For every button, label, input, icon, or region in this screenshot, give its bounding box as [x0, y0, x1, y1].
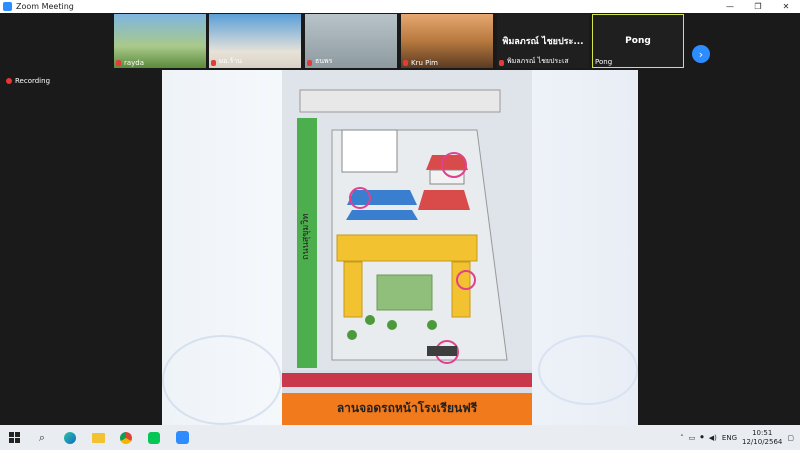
chevron-up-icon[interactable]: ˄	[680, 434, 684, 442]
minimize-icon[interactable]: —	[716, 0, 744, 13]
maximize-icon[interactable]: ❐	[744, 0, 772, 13]
zoom-logo-icon	[3, 2, 12, 11]
windows-taskbar: ⌕ ˄ ▭ ⏺ ◀) ENG 10:51 12/10/2564 ▢	[0, 425, 800, 450]
school-map-drawing: ถนนสุขุมวิท	[282, 70, 532, 370]
network-icon[interactable]: ▭	[689, 434, 696, 442]
participant-gallery: rayda ผอ.ร้าน ธนพร Kru Pim พิมลภรณ์ ไชยป…	[0, 13, 800, 69]
school-map-image: ถนนสุขุมวิท	[282, 70, 532, 425]
participant-name: Pong	[595, 58, 613, 66]
participant-display-name: พิมลภรณ์ ไชยประ...	[502, 37, 584, 47]
participant-tile[interactable]: ผอ.ร้าน	[209, 14, 301, 68]
mic-muted-icon	[499, 60, 504, 66]
decorative-swirl	[538, 335, 638, 405]
search-icon[interactable]: ⌕	[28, 425, 56, 450]
participant-tile[interactable]: ธนพร	[305, 14, 397, 68]
volume-icon[interactable]: ◀)	[709, 434, 717, 442]
title-bar: Zoom Meeting — ❐ ✕	[0, 0, 800, 13]
zoom-app-icon[interactable]	[168, 425, 196, 450]
road-label: ถนนสุขุมวิท	[300, 214, 311, 260]
participant-name: Kru Pim	[411, 59, 438, 67]
fence-banner	[282, 373, 532, 387]
language-indicator[interactable]: ENG	[722, 434, 737, 442]
participant-name: ผอ.ร้าน	[219, 57, 243, 65]
file-explorer-icon[interactable]	[84, 425, 112, 450]
system-tray: ˄ ▭ ⏺ ◀) ENG 10:51 12/10/2564 ▢	[680, 429, 800, 447]
participant-tile[interactable]: Kru Pim	[401, 14, 493, 68]
window-title: Zoom Meeting	[16, 2, 74, 11]
recording-indicator[interactable]: Recording	[6, 77, 50, 85]
mic-muted-icon	[211, 60, 216, 66]
clock[interactable]: 10:51 12/10/2564	[742, 429, 782, 447]
decorative-swirl	[162, 335, 282, 425]
participant-tile[interactable]: rayda	[114, 14, 206, 68]
parking-label: ลานจอดรถหน้าโรงเรียนฟรี	[336, 401, 478, 415]
shared-screen: ถนนสุขุมวิท ลานจอดรถหน้าโรงเรียนฟรี	[162, 70, 638, 425]
parking-banner: ลานจอดรถหน้าโรงเรียนฟรี	[282, 393, 532, 425]
clock-date: 12/10/2564	[742, 437, 783, 446]
recording-label: Recording	[15, 77, 51, 85]
mic-muted-icon	[116, 60, 121, 66]
recording-dot-icon	[6, 78, 12, 84]
participant-name: ธนพร	[315, 57, 333, 65]
participant-name: พิมลภรณ์ ไชยประเส	[507, 57, 569, 65]
windows-start-icon[interactable]	[0, 425, 28, 450]
participant-display-name: Pong	[625, 36, 651, 46]
chrome-icon[interactable]	[112, 425, 140, 450]
close-icon[interactable]: ✕	[772, 0, 800, 13]
participant-name: rayda	[124, 59, 145, 67]
chevron-right-icon: ›	[698, 47, 704, 61]
notification-icon[interactable]: ▢	[787, 434, 794, 442]
next-page-button[interactable]: ›	[692, 45, 710, 63]
participant-tile[interactable]: พิมลภรณ์ ไชยประ... พิมลภรณ์ ไชยประเส	[497, 14, 589, 68]
microphone-icon[interactable]: ⏺	[700, 433, 704, 442]
clock-time: 10:51	[752, 428, 773, 437]
line-app-icon[interactable]	[140, 425, 168, 450]
mic-muted-icon	[403, 60, 408, 66]
participant-tile-active[interactable]: Pong Pong	[592, 14, 684, 68]
mic-muted-icon	[307, 60, 312, 66]
edge-browser-icon[interactable]	[56, 425, 84, 450]
